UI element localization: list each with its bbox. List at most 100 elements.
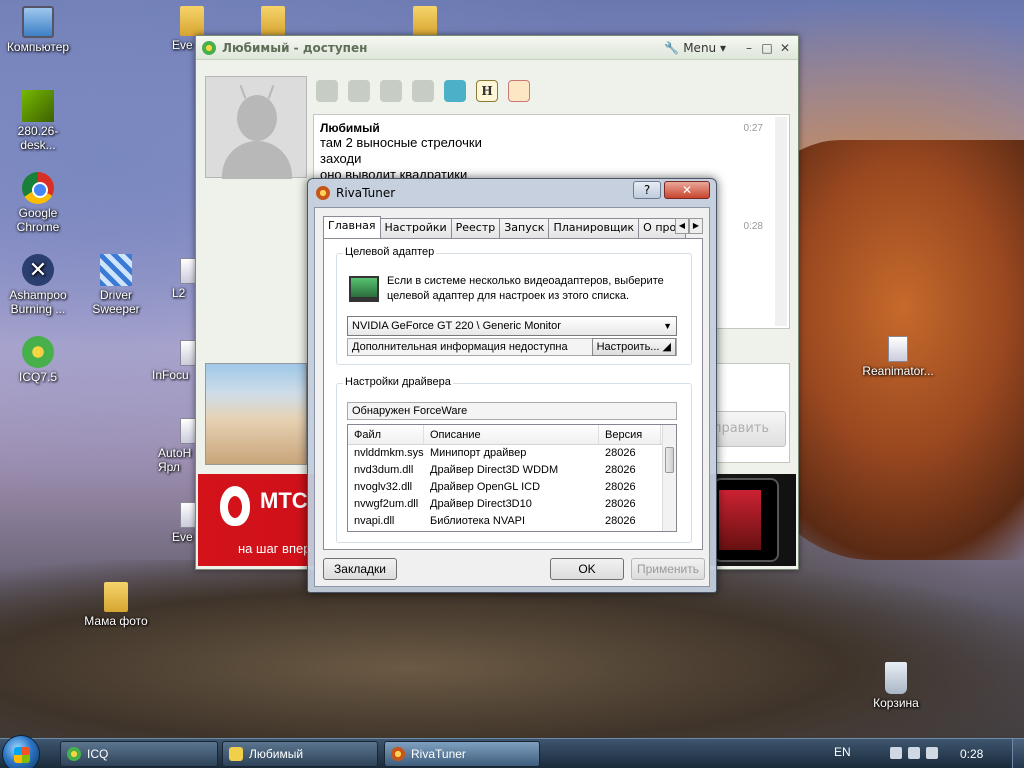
driver-sweeper-icon (100, 254, 132, 286)
contact-avatar (205, 76, 307, 179)
tab-registry[interactable]: Реестр (450, 218, 501, 238)
bookmarks-button[interactable]: Закладки (323, 558, 397, 580)
column-header-version[interactable]: Версия (599, 425, 661, 444)
gamepad-icon[interactable] (444, 80, 466, 102)
history-icon[interactable]: H (476, 80, 498, 102)
list-row[interactable]: nvd3dum.dll Драйвер Direct3D WDDM 28026 (348, 462, 676, 479)
ad-tagline: на шаг впер (238, 541, 311, 556)
desktop-icon-autoh[interactable]: AutoH Ярл (158, 418, 200, 474)
driver-files-list[interactable]: Файл Описание Версия nvlddmkm.sys Минипо… (347, 424, 677, 532)
list-row[interactable]: nvwgf2um.dll Драйвер Direct3D10 28026 (348, 496, 676, 513)
chevron-down-icon: ▼ (663, 321, 672, 331)
description-cell: Минипорт драйвер (430, 447, 527, 459)
tab-startup[interactable]: Запуск (499, 218, 550, 238)
ad-brand: МТС (260, 488, 308, 513)
version-cell: 28026 (605, 515, 636, 527)
desktop-icon-label: Корзина (873, 696, 919, 710)
language-indicator[interactable]: EN (834, 745, 851, 759)
version-cell: 28026 (605, 447, 636, 459)
tab-strip: Главная Настройки Реестр Запуск Планиров… (323, 216, 703, 238)
desktop-icon-computer[interactable]: Компьютер (0, 6, 76, 54)
folder-icon (180, 6, 204, 36)
driver-settings-label: Настройки драйвера (343, 376, 453, 388)
desktop-folder-2[interactable] (258, 6, 288, 38)
column-header-description[interactable]: Описание (424, 425, 599, 444)
icq-icon (67, 747, 81, 761)
adapter-info-field: Дополнительная информация недоступна Нас… (347, 338, 677, 356)
desktop-icon-ashampoo[interactable]: ✕ Ashampoo Burning ... (0, 254, 76, 316)
start-button[interactable] (2, 735, 40, 768)
file-cell: nvapi.dll (354, 515, 395, 527)
adapter-select[interactable]: NVIDIA GeForce GT 220 \ Generic Monitor … (347, 316, 677, 336)
maximize-icon[interactable]: □ (760, 41, 774, 55)
tab-scroll-left-icon[interactable]: ◀ (675, 218, 689, 234)
desktop-icon-label: Eve (172, 530, 193, 544)
desktop-icon-label: AutoH Ярл (158, 446, 192, 474)
tab-main[interactable]: Главная (323, 216, 381, 238)
desktop-icon-korzina[interactable]: Корзина (858, 662, 934, 710)
network-icon[interactable] (890, 747, 902, 759)
files-icon[interactable] (412, 80, 434, 102)
desktop-icon-label: Driver Sweeper (92, 288, 140, 316)
desktop-icon-label: Компьютер (6, 40, 70, 54)
list-header: Файл Описание Версия (348, 425, 676, 445)
rivatuner-icon (316, 186, 330, 200)
list-row[interactable]: nvapi.dll Библиотека NVAPI 28026 (348, 513, 676, 530)
webcam-icon[interactable] (316, 80, 338, 102)
contacts-icon[interactable] (380, 80, 402, 102)
desktop-icon-driver-sweeper[interactable]: Driver Sweeper (78, 254, 154, 316)
close-button[interactable]: ✕ (664, 181, 710, 199)
show-desktop-button[interactable] (1012, 739, 1024, 768)
help-button[interactable]: ? (633, 181, 661, 199)
monitor-tray-icon[interactable] (908, 747, 920, 759)
icq-window-title: Любимый - доступен (222, 40, 368, 55)
taskbar-item-icq[interactable]: ICQ (60, 741, 218, 767)
chat-scrollbar[interactable] (775, 117, 787, 326)
configure-button[interactable]: Настроить... ◢ (591, 338, 676, 356)
recycle-bin-icon (885, 662, 907, 694)
desktop-icon-label: ICQ7.5 (18, 370, 57, 384)
taskbar-item-chat[interactable]: Любимый (222, 741, 378, 767)
rivatuner-icon (391, 747, 405, 761)
version-cell: 28026 (605, 498, 636, 510)
list-scrollbar[interactable] (662, 425, 676, 531)
contact-card-icon[interactable] (508, 80, 530, 102)
system-tray: EN 0:28 (834, 739, 1024, 768)
microphone-icon[interactable] (348, 80, 370, 102)
desktop-icon-reanimator[interactable]: Reanimator... (858, 336, 938, 378)
wrench-icon[interactable]: 🔧 (664, 41, 679, 55)
file-cell: nvd3dum.dll (354, 464, 414, 476)
desktop-icon-label: L2 (172, 286, 186, 300)
list-row[interactable]: nvlddmkm.sys Минипорт драйвер 28026 (348, 445, 676, 462)
desktop-folder-3[interactable] (410, 6, 440, 38)
ok-button[interactable]: OK (550, 558, 624, 580)
minimize-icon[interactable]: – (742, 41, 756, 55)
clock[interactable]: 0:28 (960, 747, 983, 761)
tab-settings[interactable]: Настройки (379, 218, 452, 238)
file-cell: nvlddmkm.sys (354, 447, 424, 459)
tab-scroll-right-icon[interactable]: ▶ (689, 218, 703, 234)
file-cell: nvwgf2um.dll (354, 498, 419, 510)
desktop-icon-mama-foto[interactable]: Мама фото (78, 582, 154, 628)
desktop-icon-label: Мама фото (84, 614, 148, 628)
tab-scheduler[interactable]: Планировщик (548, 218, 640, 238)
list-row[interactable]: nvoglv32.dll Драйвер OpenGL ICD 28026 (348, 479, 676, 496)
desktop-icon-nvidia[interactable]: 280.26-desk... (0, 90, 76, 152)
column-header-file[interactable]: Файл (348, 425, 424, 444)
taskbar: ICQ Любимый RivaTuner EN 0:28 (0, 735, 1024, 768)
apply-button[interactable]: Применить (631, 558, 705, 580)
desktop-icon-chrome[interactable]: Google Chrome (0, 172, 76, 234)
reanimator-icon (888, 336, 908, 362)
volume-icon[interactable] (926, 747, 938, 759)
icq-titlebar[interactable]: Любимый - доступен 🔧 Menu ▾ – □ ✕ (196, 36, 798, 60)
close-icon[interactable]: ✕ (778, 41, 792, 55)
target-adapter-group: Целевой адаптер Если в системе несколько… (336, 246, 692, 365)
taskbar-item-rivatuner[interactable]: RivaTuner (384, 741, 540, 767)
monitor-icon (349, 276, 379, 302)
desktop-icon-label: 280.26-desk... (17, 124, 59, 152)
version-cell: 28026 (605, 464, 636, 476)
desktop-icon-icq75[interactable]: ICQ7.5 (0, 336, 76, 384)
folder-icon (104, 582, 128, 612)
message-time: 0:27 (743, 123, 763, 134)
icq-menu-button[interactable]: Menu ▾ (683, 41, 726, 55)
